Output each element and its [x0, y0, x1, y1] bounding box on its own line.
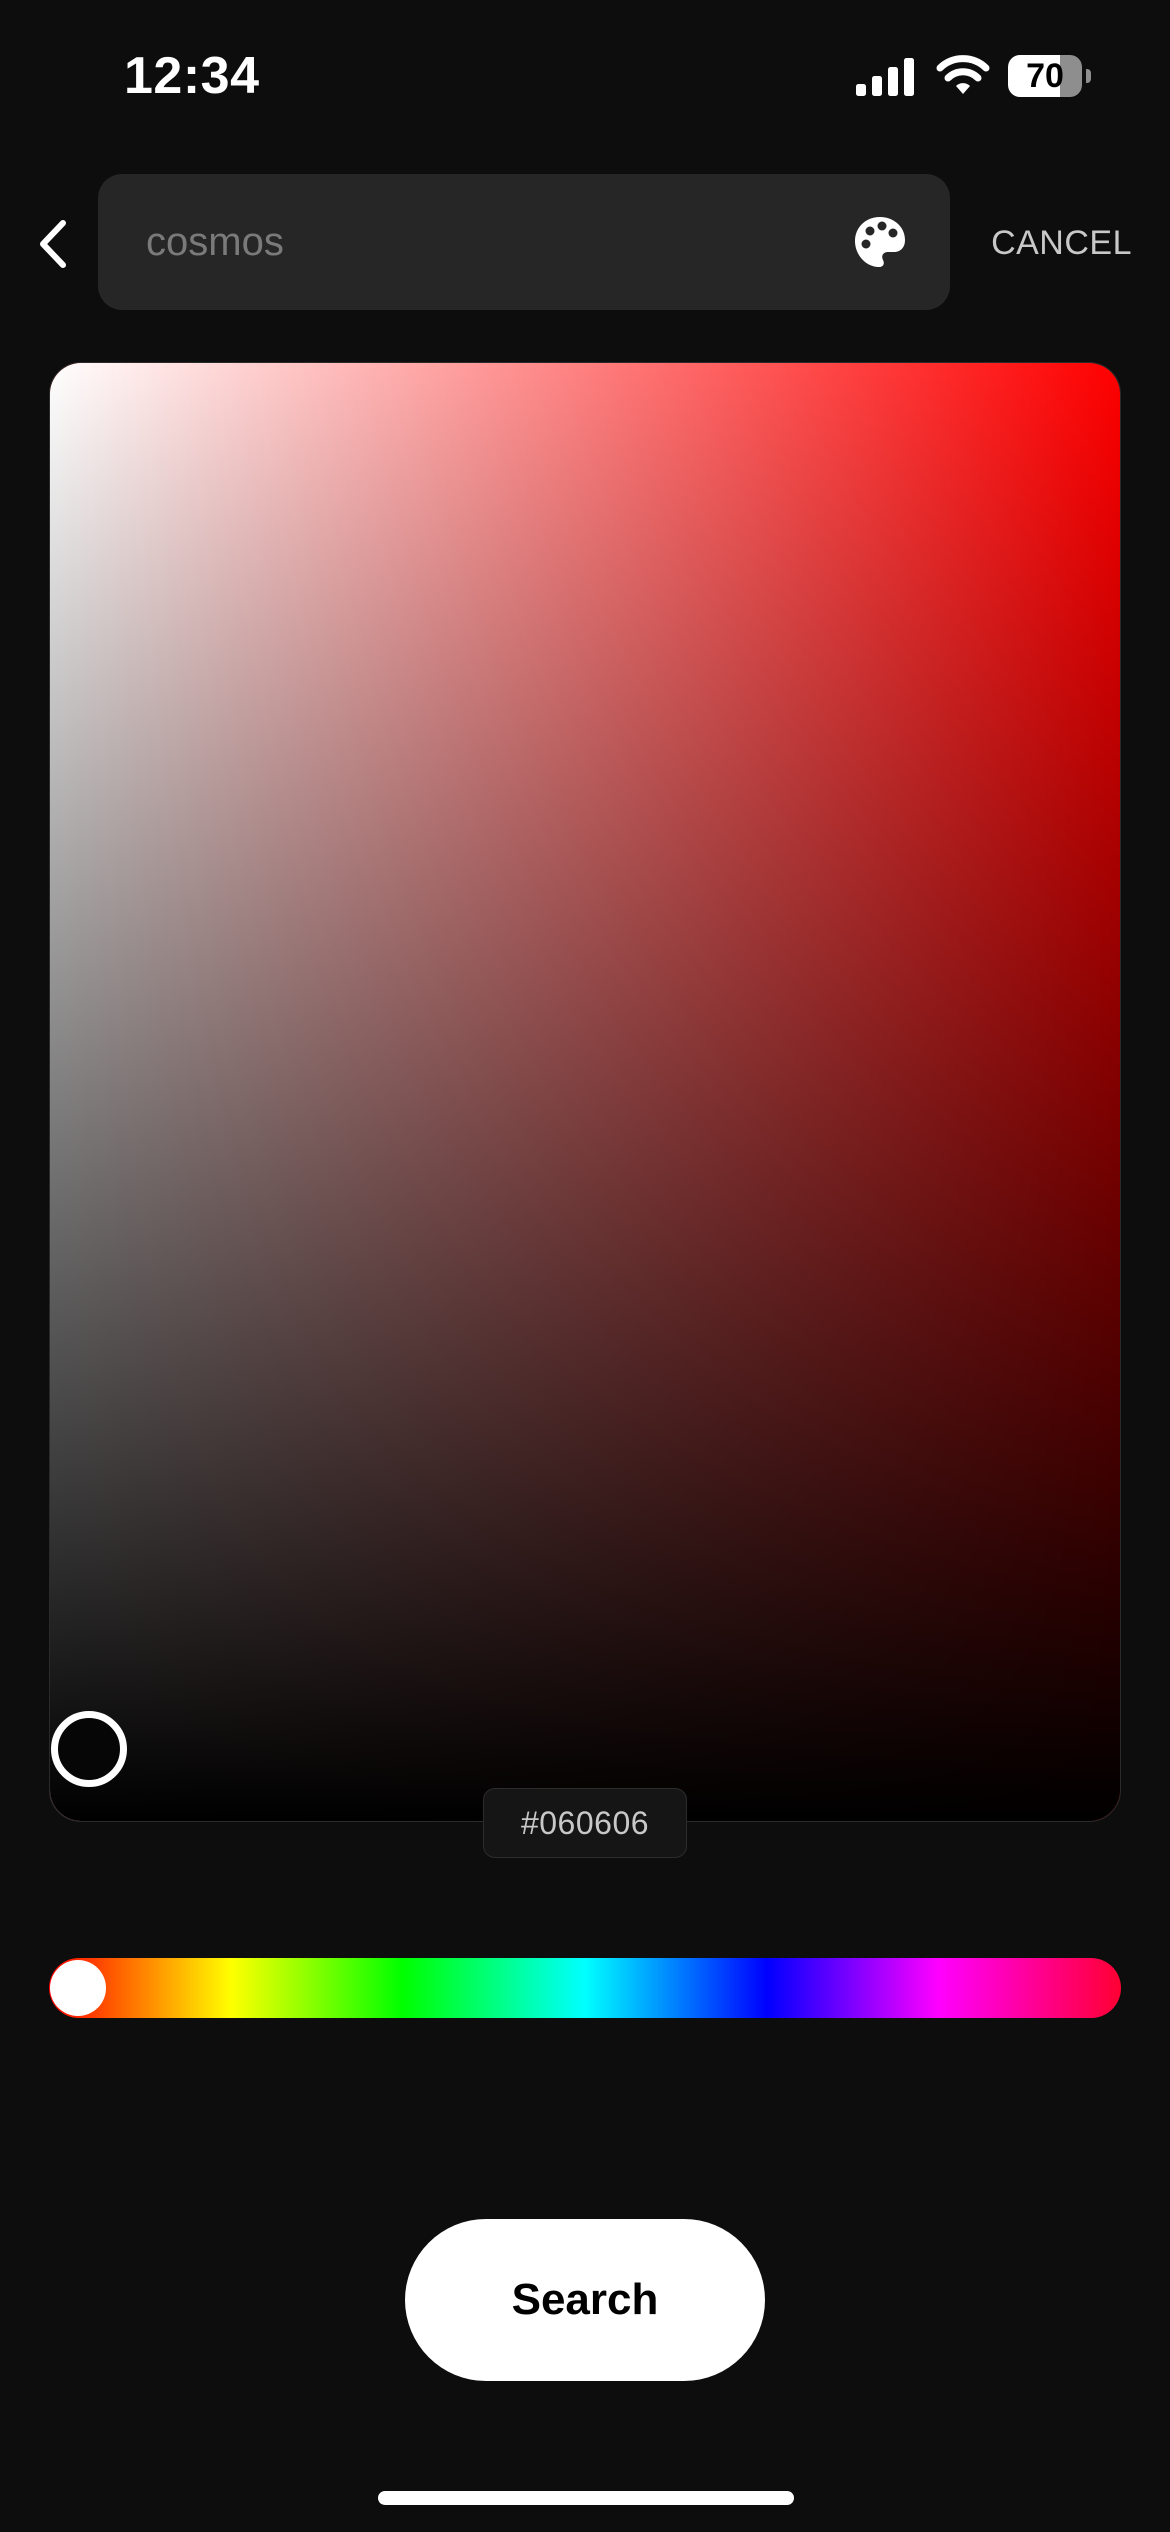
hue-slider-handle[interactable] — [50, 1960, 106, 2016]
cellular-signal-icon — [856, 58, 914, 96]
home-indicator — [378, 2491, 794, 2505]
search-field — [98, 174, 950, 310]
wifi-icon — [936, 55, 990, 94]
hex-value-badge: #060606 — [483, 1788, 687, 1858]
palette-button[interactable] — [852, 214, 908, 270]
battery-percent: 70 — [1026, 57, 1064, 95]
palette-icon — [855, 217, 905, 267]
color-selector-handle[interactable] — [51, 1710, 127, 1787]
battery-body: 70 — [1008, 55, 1082, 97]
black-gradient-layer — [50, 363, 1120, 1821]
chevron-left-icon — [40, 220, 66, 268]
status-bar: 12:34 70 — [0, 0, 1170, 150]
battery-icon: 70 — [1008, 55, 1091, 97]
search-button[interactable]: Search — [405, 2219, 765, 2381]
search-input[interactable] — [146, 174, 826, 310]
back-button[interactable] — [20, 208, 84, 280]
cancel-button[interactable]: CANCEL — [982, 218, 1132, 268]
saturation-brightness-picker[interactable] — [49, 362, 1121, 1822]
battery-cap — [1086, 69, 1091, 83]
status-time: 12:34 — [124, 47, 260, 105]
hue-slider[interactable] — [49, 1958, 1121, 2018]
